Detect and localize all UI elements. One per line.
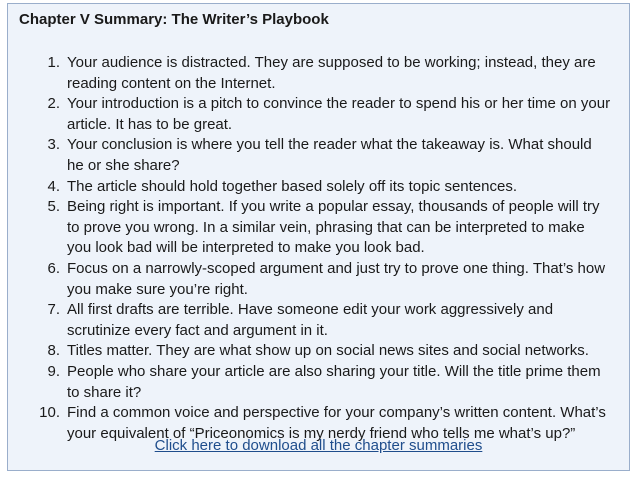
- item-number: 4.: [47, 177, 60, 195]
- item-text: Your conclusion is where you tell the re…: [67, 136, 592, 174]
- item-number: 9.: [47, 362, 60, 380]
- list-item: 9. People who share your article are als…: [8, 362, 629, 403]
- summary-list: 1. Your audience is distracted. They are…: [8, 53, 629, 444]
- list-item: 7. All first drafts are terrible. Have s…: [8, 300, 629, 341]
- item-number: 5.: [47, 198, 60, 216]
- item-text: Your audience is distracted. They are su…: [67, 54, 596, 92]
- item-number: 3.: [47, 136, 60, 154]
- download-summaries-link[interactable]: Click here to download all the chapter s…: [8, 437, 629, 454]
- item-number: 7.: [47, 301, 60, 319]
- item-number: 6.: [47, 259, 60, 277]
- list-item: 1. Your audience is distracted. They are…: [8, 53, 629, 94]
- item-text: Titles matter. They are what show up on …: [67, 342, 589, 360]
- item-number: 10.: [39, 404, 60, 422]
- summary-title: Chapter V Summary: The Writer’s Playbook: [19, 11, 329, 28]
- list-item: 8. Titles matter. They are what show up …: [8, 341, 629, 362]
- item-number: 8.: [47, 342, 60, 360]
- item-number: 1.: [47, 54, 60, 71]
- list-item: 4. The article should hold together base…: [8, 177, 629, 198]
- list-item: 5. Being right is important. If you writ…: [8, 197, 629, 259]
- chapter-summary-box: Chapter V Summary: The Writer’s Playbook…: [7, 3, 630, 471]
- item-number: 2.: [47, 95, 60, 113]
- list-item: 6. Focus on a narrowly-scoped argument a…: [8, 259, 629, 300]
- item-text: Being right is important. If you write a…: [67, 198, 600, 257]
- item-text: People who share your article are also s…: [67, 362, 601, 401]
- item-text: The article should hold together based s…: [67, 177, 517, 195]
- item-text: All first drafts are terrible. Have some…: [67, 301, 554, 339]
- list-item: 2. Your introduction is a pitch to convi…: [8, 94, 629, 135]
- item-text: Focus on a narrowly-scoped argument and …: [67, 259, 606, 298]
- list-item: 3. Your conclusion is where you tell the…: [8, 135, 629, 176]
- item-text: Your introduction is a pitch to convince…: [67, 95, 611, 133]
